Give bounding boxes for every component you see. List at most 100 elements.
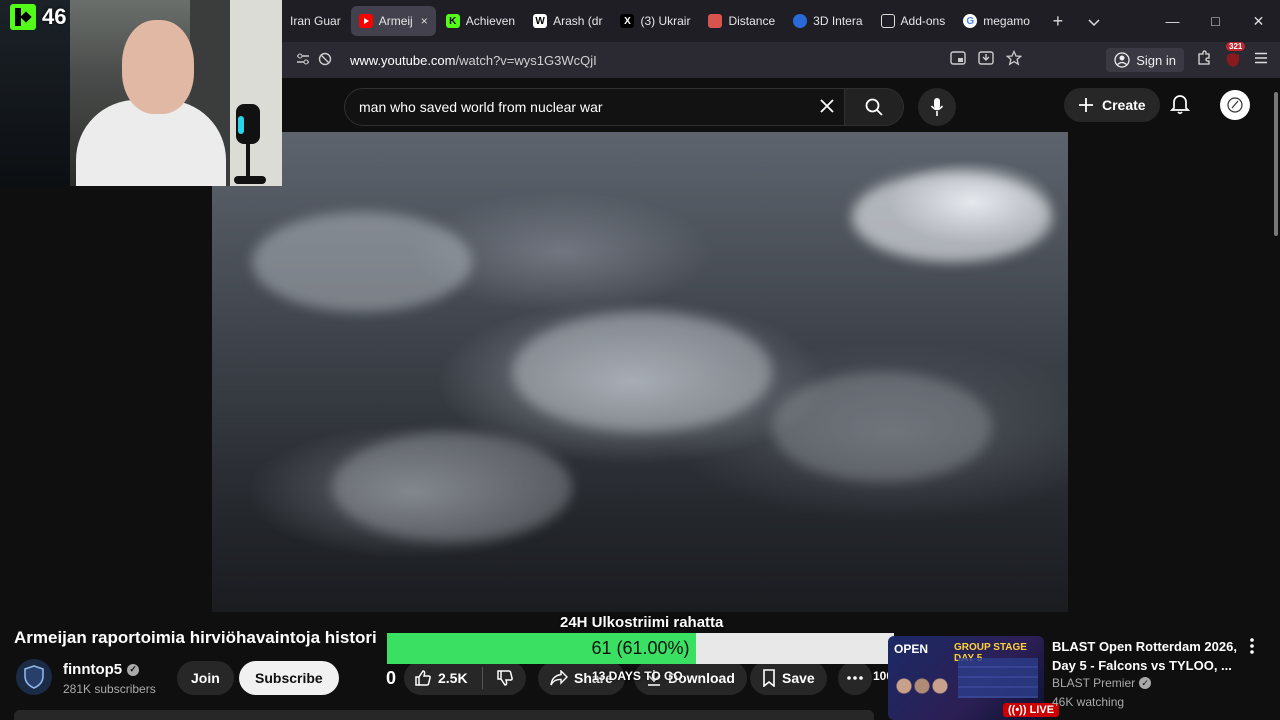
clear-search-icon[interactable] [809,96,845,119]
search-button[interactable] [844,88,904,126]
wikipedia-icon: W [533,14,548,28]
bell-icon [1169,95,1191,115]
minimize-icon[interactable]: — [1151,13,1194,29]
tab-distance[interactable]: Distance [700,6,783,36]
recommended-viewers: 46K watching [1052,695,1125,709]
wave-foam [772,372,992,482]
search-input[interactable]: man who saved world from nuclear war [344,88,846,126]
tracking-protection-icon[interactable] [314,52,336,69]
recommended-video-title[interactable]: BLAST Open Rotterdam 2026, Day 5 - Falco… [1052,637,1242,675]
description-box-edge [14,710,874,720]
site-settings-icon[interactable] [292,52,314,68]
overlay-zero-count: 0 [386,668,397,688]
webcam-overlay: 46 [0,0,282,186]
recommended-channel[interactable]: BLAST Premier ✓ [1052,676,1152,690]
avatar-icon [1227,97,1243,113]
x-icon: X [620,14,635,28]
live-broadcast-icon: ((•)) [1008,704,1027,716]
map-icon [708,14,723,28]
subathon-progress-bar: 61 (61.00%) [387,633,894,664]
new-tab-button[interactable]: + [1040,11,1076,32]
close-window-icon[interactable]: ✕ [1237,13,1280,30]
maximize-icon[interactable]: □ [1194,13,1237,29]
search-query: man who saved world from nuclear war [359,99,603,115]
tab-achievements[interactable]: K Achieven [438,6,523,36]
tab-wikipedia[interactable]: W Arash (dr [525,6,610,36]
notifications-button[interactable] [1169,93,1191,120]
subscriber-count: 281K subscribers [63,682,156,696]
extensions-icon[interactable] [1196,49,1212,71]
bookmark-star-icon[interactable] [1005,49,1023,71]
menu-hamburger-icon[interactable] [1254,51,1268,69]
subathon-progress-text: 61 (61.00%) [591,638,690,658]
page-scrollbar[interactable] [1274,92,1278,236]
tab-iran[interactable]: Iran Guar [282,6,349,36]
thumbs-up-icon [415,670,431,686]
browser-nav-bar: www.youtube.com/watch?v=wys1G3WcQjI Sign… [282,42,1280,78]
account-icon [1114,52,1130,68]
tab-label: Add-ons [900,14,946,28]
tab-label: 3D Intera [813,14,863,28]
channel-name-label: finntop5 [63,661,123,678]
wave-foam [512,312,772,432]
create-button[interactable]: Create [1064,88,1160,122]
tab-list-chevron-icon[interactable] [1076,11,1112,32]
browser-tab-strip: Iran Guar Armeij × K Achieven W Arash (d… [282,0,1280,42]
nav-right-controls: Sign in 321 [950,42,1268,72]
tab-google[interactable]: G megamo [955,6,1038,36]
microphone-base [234,176,266,184]
picture-in-picture-icon[interactable] [950,50,966,70]
wave-foam [852,172,1052,262]
like-button[interactable]: 2.5K [404,667,484,689]
save-button[interactable]: Save [750,661,827,695]
more-horizontal-icon [847,676,863,680]
recommended-channel-label: BLAST Premier [1052,676,1136,690]
kick-viewer-badge: 46 [10,4,66,30]
channel-avatar[interactable] [16,659,52,695]
subscribe-button[interactable]: Subscribe [239,661,339,695]
tab-label: Arash (dr [553,14,603,28]
tab-label: Iran Guar [290,14,341,28]
addon-with-badge[interactable]: 321 [1224,42,1246,69]
channel-name[interactable]: finntop5 ✓ [63,661,140,678]
dislike-button[interactable] [483,669,526,687]
webcam-wall [230,0,282,186]
join-button[interactable]: Join [177,661,234,695]
account-avatar[interactable] [1220,90,1250,120]
video-title: Armeijan raportoimia hirviöhavaintoja hi… [14,628,377,647]
thumbnail-players [892,670,956,720]
url-domain: www.youtube.com [350,52,456,68]
like-count: 2.5K [438,670,468,686]
more-actions-button[interactable] [838,661,872,695]
address-bar[interactable]: www.youtube.com/watch?v=wys1G3WcQjI [350,53,950,68]
tab-youtube-active[interactable]: Armeij × [350,6,436,36]
live-badge: ((•)) LIVE [1003,703,1060,717]
tab-addons[interactable]: Add-ons [873,6,954,36]
like-dislike-bar: 2.5K [404,661,526,695]
create-label: Create [1102,97,1146,113]
tab-x[interactable]: X (3) Ukrair [612,6,698,36]
kick-viewer-count: 46 [42,4,67,29]
window-controls: — □ ✕ [1151,0,1280,42]
tab-label: Armeij [378,14,413,28]
youtube-icon [358,14,373,28]
sign-in-button[interactable]: Sign in [1106,48,1184,72]
thumbnail-bracket [958,658,1038,698]
sign-in-label: Sign in [1136,52,1176,68]
live-label: LIVE [1029,704,1055,716]
save-page-icon[interactable] [978,50,994,70]
video-player[interactable] [212,132,1068,612]
verified-check-icon: ✓ [1139,677,1152,689]
ublock-shield-icon [1227,53,1239,67]
video-side-area [1068,132,1280,612]
verified-check-icon: ✓ [127,663,140,676]
channel-shield-icon [24,665,44,689]
voice-search-button[interactable] [918,88,956,126]
addon-badge-count: 321 [1226,42,1246,51]
recommended-more-icon[interactable] [1250,638,1254,659]
save-label: Save [782,670,815,686]
tab-3d[interactable]: 3D Intera [785,6,870,36]
wave-foam [252,212,472,312]
google-icon: G [963,14,978,28]
tab-close-icon[interactable]: × [421,14,428,28]
